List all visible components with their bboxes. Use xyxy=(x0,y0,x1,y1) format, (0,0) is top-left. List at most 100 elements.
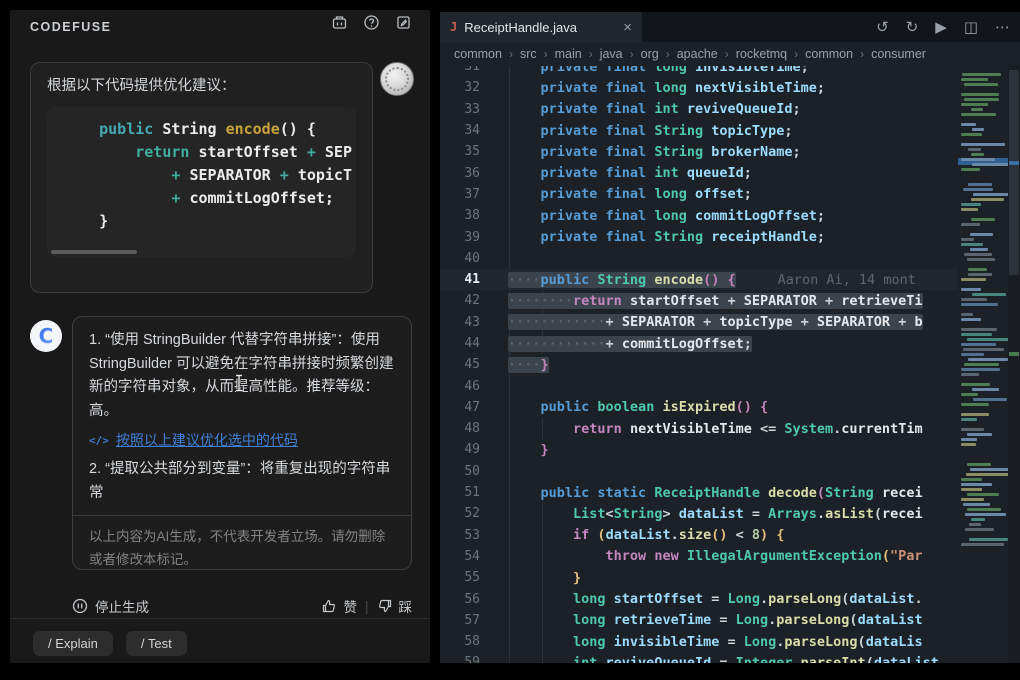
stop-generating-button[interactable]: 停止生成 xyxy=(72,596,149,616)
code-line-51[interactable]: 51 public static ReceiptHandle decode(St… xyxy=(440,482,1020,503)
code-line-49[interactable]: 49 } xyxy=(440,439,1020,460)
code-line-56[interactable]: 56 long startOffset = Long.parseLong(dat… xyxy=(440,588,1020,609)
breadcrumb-item-org[interactable]: org xyxy=(641,47,659,61)
panel-divider xyxy=(10,618,430,619)
code-text: List<String> dataList = Arrays.asList(re… xyxy=(573,505,923,522)
minimap-line xyxy=(963,363,1000,366)
code-line-45[interactable]: 45 ····} xyxy=(440,354,1020,375)
minimap-line xyxy=(967,183,992,186)
code-line-39[interactable]: 39 private final String receiptHandle; xyxy=(440,226,1020,247)
breadcrumb-item-java[interactable]: java xyxy=(600,47,623,61)
chat-code-line: return startOffset + SEP xyxy=(135,143,352,161)
code-line-33[interactable]: 33 private final int reviveQueueId; xyxy=(440,99,1020,120)
minimap-line xyxy=(961,238,975,241)
code-line-46[interactable]: 46 xyxy=(440,375,1020,396)
vertical-scrollbar[interactable] xyxy=(1008,66,1020,663)
user-code-block[interactable]: public String encode() { return startOff… xyxy=(47,107,356,257)
new-session-icon[interactable] xyxy=(395,14,412,31)
redo-icon[interactable]: ↻ xyxy=(906,19,919,35)
code-line-52[interactable]: 52 List<String> dataList = Arrays.asList… xyxy=(440,503,1020,524)
code-line-37[interactable]: 37 private final long offset; xyxy=(440,184,1020,205)
code-line-31[interactable]: 31 private final long invisibleTime; xyxy=(440,66,1020,77)
code-line-40[interactable]: 40 xyxy=(440,248,1020,269)
scrollbar-thumb[interactable] xyxy=(1009,70,1019,275)
code-text: public static ReceiptHandle decode(Strin… xyxy=(540,484,923,501)
breadcrumb-item-common[interactable]: common xyxy=(805,47,853,61)
user-avatar xyxy=(380,62,414,96)
line-number: 57 xyxy=(464,612,480,628)
code-viewport[interactable]: 31 private final long invisibleTime; 32 p… xyxy=(440,66,1020,663)
run-icon[interactable]: ▶ xyxy=(935,19,947,35)
breadcrumb-item-src[interactable]: src xyxy=(520,47,537,61)
line-number: 36 xyxy=(464,165,480,181)
quick-action-test[interactable]: / Test xyxy=(125,631,187,656)
code-line-38[interactable]: 38 private final long commitLogOffset; xyxy=(440,205,1020,226)
code-line-42[interactable]: 42 ········return startOffset + SEPARATOR… xyxy=(440,290,1020,311)
line-number: 45 xyxy=(464,357,480,373)
breadcrumb-separator: › xyxy=(860,47,865,61)
split-editor-icon[interactable]: ◫ xyxy=(964,19,978,35)
minimap-line xyxy=(961,288,981,291)
chat-code-line: + SEPARATOR + topicT xyxy=(171,166,352,184)
selection-highlight: ········return startOffset + SEPARATOR +… xyxy=(508,292,923,309)
code-line-48[interactable]: 48 return nextVisibleTime <= System.curr… xyxy=(440,418,1020,439)
quick-action-explain[interactable]: / Explain xyxy=(33,631,113,656)
code-text: private final String topicType; xyxy=(540,122,793,139)
code-text: ········return startOffset + SEPARATOR +… xyxy=(508,292,923,309)
minimap-line xyxy=(961,413,989,416)
breadcrumb-separator: › xyxy=(543,47,548,61)
minimap-line xyxy=(972,193,1008,196)
code-line-32[interactable]: 32 private final long nextVisibleTime; xyxy=(440,77,1020,98)
code-line-43[interactable]: 43 ············+ SEPARATOR + topicType + … xyxy=(440,312,1020,333)
minimap-line xyxy=(961,303,998,306)
code-line-41[interactable]: 41 ····public String encode() {Aaron Ai, … xyxy=(440,268,1020,291)
breadcrumb-item-main[interactable]: main xyxy=(555,47,582,61)
code-line-47[interactable]: 47 public boolean isExpired() { xyxy=(440,397,1020,418)
breadcrumb-item-apache[interactable]: apache xyxy=(677,47,718,61)
code-text: private final int queueId; xyxy=(540,165,752,182)
history-icon[interactable] xyxy=(331,14,348,31)
line-number: 48 xyxy=(464,421,480,437)
line-number: 50 xyxy=(464,463,480,479)
tab-close-icon[interactable]: × xyxy=(623,19,632,36)
horizontal-scrollbar[interactable] xyxy=(51,250,137,254)
dislike-button[interactable]: 踩 xyxy=(377,596,412,616)
code-line-54[interactable]: 54 throw new IllegalArgumentException("P… xyxy=(440,546,1020,567)
apply-suggestion-label: 按照以上建议优化选中的代码 xyxy=(115,432,298,448)
like-button[interactable]: 赞 xyxy=(321,596,357,616)
help-icon[interactable] xyxy=(363,14,380,31)
minimap[interactable] xyxy=(958,66,1008,663)
line-number: 59 xyxy=(464,655,480,663)
selection-highlight: ····} xyxy=(508,356,549,373)
breadcrumb-item-consumer[interactable]: consumer xyxy=(871,47,926,61)
minimap-line xyxy=(970,218,995,221)
stop-generating-label: 停止生成 xyxy=(95,600,149,615)
line-number: 49 xyxy=(464,442,480,458)
code-line-59[interactable]: 59 int reviveQueueId = Integer.parseInt(… xyxy=(440,652,1020,663)
apply-suggestion-link[interactable]: </> 按照以上建议优化选中的代码 xyxy=(89,430,395,450)
line-number: 42 xyxy=(464,293,480,309)
minimap-line xyxy=(961,113,996,116)
code-line-57[interactable]: 57 long retrieveTime = Long.parseLong(da… xyxy=(440,610,1020,631)
tab-receipthandle-java[interactable]: J ReceiptHandle.java × xyxy=(440,12,642,42)
code-line-35[interactable]: 35 private final String brokerName; xyxy=(440,141,1020,162)
breadcrumb-item-rocketmq[interactable]: rocketmq xyxy=(736,47,787,61)
line-number: 58 xyxy=(464,634,480,650)
minimap-line xyxy=(961,133,983,136)
undo-icon[interactable]: ↺ xyxy=(876,19,889,35)
code-line-58[interactable]: 58 long invisibleTime = Long.parseLong(d… xyxy=(440,631,1020,652)
code-line-55[interactable]: 55 } xyxy=(440,567,1020,588)
minimap-line xyxy=(972,398,1007,401)
editor-pane: J ReceiptHandle.java × ↺ ↻ ▶ ◫ ⋯ common › src ›… xyxy=(440,12,1020,663)
breadcrumb-item-common[interactable]: common xyxy=(454,47,502,61)
code-line-50[interactable]: 50 xyxy=(440,461,1020,482)
minimap-line xyxy=(961,428,985,431)
code-line-53[interactable]: 53 if (dataList.size() < 8) { xyxy=(440,525,1020,546)
minimap-line xyxy=(969,468,1008,471)
code-line-36[interactable]: 36 private final int queueId; xyxy=(440,162,1020,183)
minimap-line xyxy=(961,443,977,446)
code-line-34[interactable]: 34 private final String topicType; xyxy=(440,120,1020,141)
code-line-44[interactable]: 44 ············+ commitLogOffset; xyxy=(440,333,1020,354)
more-actions-icon[interactable]: ⋯ xyxy=(995,19,1010,35)
git-blame-annotation: Aaron Ai, 14 mont xyxy=(777,271,916,288)
